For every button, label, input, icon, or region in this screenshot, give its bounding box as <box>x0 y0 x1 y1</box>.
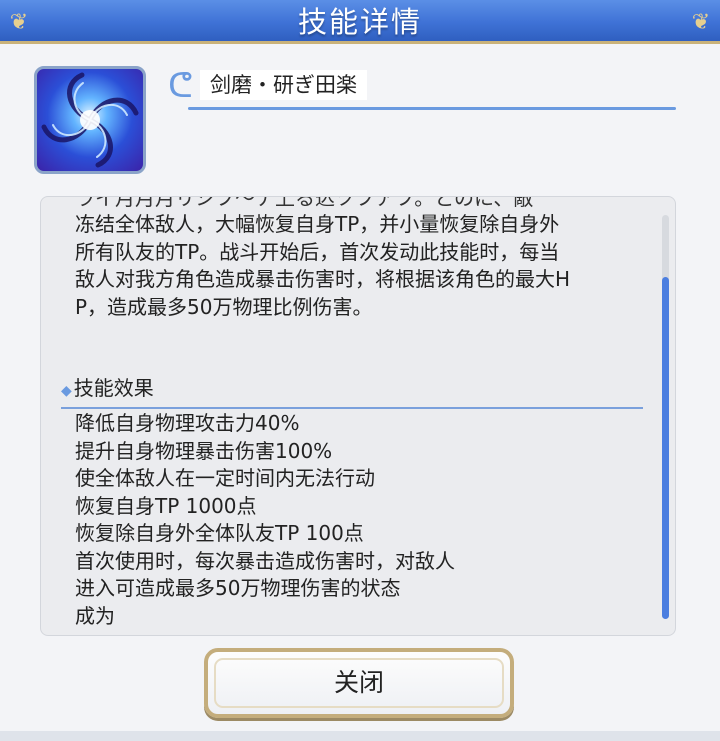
scrollbar-thumb[interactable] <box>662 277 669 619</box>
scroll-curl-icon: ᕦ <box>168 66 193 106</box>
description-line: 敌人对我方角色造成暴击伤害时，将根据该角色的最大H <box>75 267 571 291</box>
description-line: P，造成最多50万物理比例伤害。 <box>75 294 373 319</box>
close-button-label: 关闭 <box>333 668 384 697</box>
effect-item: 恢复除自身外全体队友TP 100点 <box>75 521 364 545</box>
effects-header-label: 技能效果 <box>73 376 154 400</box>
scrollbar-track[interactable] <box>662 215 669 619</box>
swirl-skill-icon <box>34 66 146 174</box>
effect-item: 提升自身物理暴击伤害100% <box>75 438 333 463</box>
skill-description-box[interactable]: ライ月月月リシフ〜ナ上る込ツフアフ。とのに、敵 冻结全体敌人，大幅恢复自身TP，… <box>40 196 676 636</box>
close-button[interactable]: 关闭 <box>204 648 514 718</box>
dialog-title: 技能详情 <box>297 5 422 39</box>
effects-list: 降低自身物理攻击力40% 提升自身物理暴击伤害100% 使全体敌人在一定时间内无… <box>75 410 635 630</box>
effect-item: 首次使用时，每次暴击造成伤害时，对敌人 <box>75 548 455 573</box>
effect-item: 降低自身物理攻击力40% <box>75 411 300 435</box>
skill-name: 剑磨・研ぎ田楽 <box>200 70 367 100</box>
name-underline <box>188 107 676 110</box>
panel-bottom-border <box>0 731 720 741</box>
effect-item: 恢复自身TP 1000点 <box>75 493 257 518</box>
ornament-right-icon: ❦ <box>691 10 711 35</box>
diamond-icon: ◆ <box>61 383 72 399</box>
effects-divider <box>61 407 643 409</box>
description-cutoff-line: ライ月月月リシフ〜ナ上る込ツフアフ。とのに、敵 <box>75 196 534 210</box>
description-line: 冻结全体敌人，大幅恢复自身TP，并小量恢复除自身外 <box>75 212 560 236</box>
skill-description: 冻结全体敌人，大幅恢复自身TP，并小量恢复除自身外 所有队友的TP。战斗开始后，… <box>75 211 615 321</box>
effect-item: 成为 <box>75 603 115 628</box>
description-line: 所有队友的TP。战斗开始后，首次发动此技能时，每当 <box>75 239 560 264</box>
effect-item: 使全体敌人在一定时间内无法行动 <box>75 466 375 490</box>
dialog-header: ❦ 技能详情 ❦ <box>0 0 720 44</box>
effect-item: 进入可造成最多50万物理伤害的状态 <box>75 576 401 600</box>
skill-name-bar: ᕦ 剑磨・研ぎ田楽 <box>168 62 678 112</box>
effects-header: ◆ 技能效果 <box>61 375 154 404</box>
